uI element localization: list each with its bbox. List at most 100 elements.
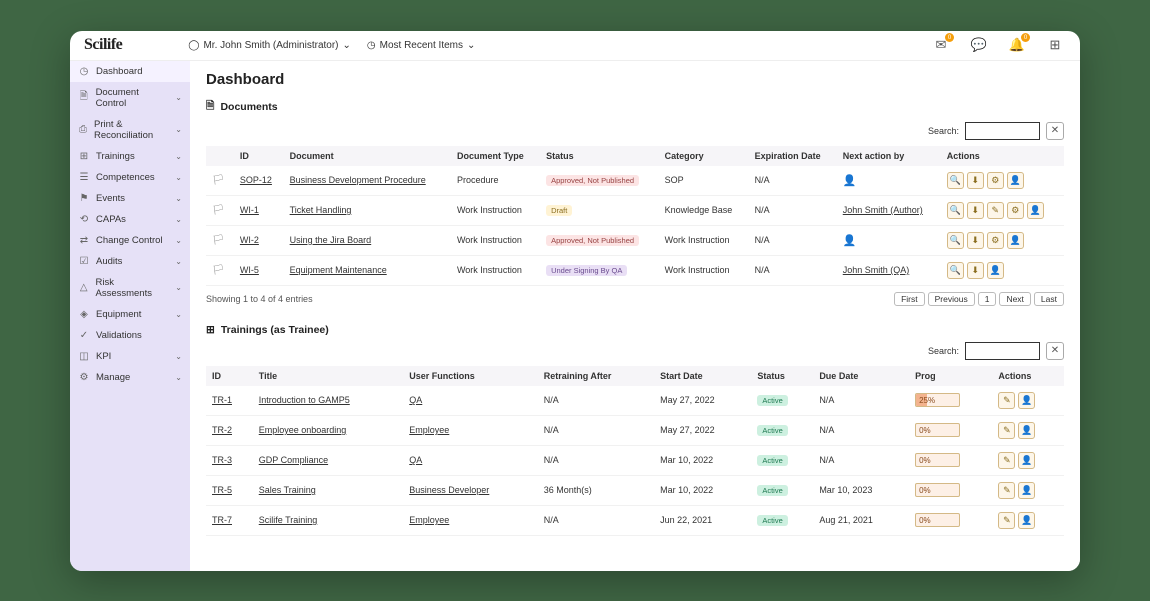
mail-button[interactable]: ✉0 [930, 34, 952, 56]
chat-button[interactable]: 💬 [968, 34, 990, 56]
user-action[interactable]: 👤 [1018, 512, 1035, 529]
edit-action[interactable]: ✎ [998, 422, 1015, 439]
main-content: Dashboard 🗎 Documents Search: ✕ IDDocume… [190, 61, 1080, 571]
sidebar-item-equipment[interactable]: ◈Equipment⌄ [70, 304, 190, 325]
pager-1[interactable]: 1 [978, 292, 997, 306]
next-action-link[interactable]: John Smith (Author) [843, 205, 923, 215]
doc-type: Work Instruction [451, 225, 540, 255]
download-action[interactable]: ⬇ [967, 232, 984, 249]
edit-action[interactable]: ✎ [998, 482, 1015, 499]
table-row: 🏳WI-1Ticket HandlingWork InstructionDraf… [206, 195, 1064, 225]
sidebar-item-kpi[interactable]: ◫KPI⌄ [70, 346, 190, 367]
user-action[interactable]: 👤 [1018, 422, 1035, 439]
training-func-link[interactable]: Employee [409, 425, 449, 435]
sidebar-item-events[interactable]: ⚑Events⌄ [70, 188, 190, 209]
user-menu[interactable]: ◯ Mr. John Smith (Administrator) ⌄ [188, 40, 351, 51]
download-action[interactable]: ⬇ [967, 262, 984, 279]
sidebar-item-capas[interactable]: ⟲CAPAs⌄ [70, 209, 190, 230]
edit-action[interactable]: ✎ [998, 512, 1015, 529]
gear-action[interactable]: ⚙ [1007, 202, 1024, 219]
sidebar-item-audits[interactable]: ☑Audits⌄ [70, 251, 190, 272]
search-action[interactable]: 🔍 [947, 202, 964, 219]
edit-action[interactable]: ✎ [998, 392, 1015, 409]
user-action[interactable]: 👤 [1027, 202, 1044, 219]
training-id-link[interactable]: TR-2 [212, 425, 232, 435]
pager-last[interactable]: Last [1034, 292, 1064, 306]
sidebar-item-trainings[interactable]: ⊞Trainings⌄ [70, 146, 190, 167]
doc-id-link[interactable]: SOP-12 [240, 175, 272, 185]
row-actions: ✎👤 [998, 452, 1058, 469]
training-func-link[interactable]: QA [409, 395, 422, 405]
training-title-link[interactable]: Introduction to GAMP5 [259, 395, 350, 405]
doc-title-link[interactable]: Ticket Handling [290, 205, 352, 215]
training-func-link[interactable]: QA [409, 455, 422, 465]
search-action[interactable]: 🔍 [947, 262, 964, 279]
sidebar-item-dashboard[interactable]: ◷Dashboard [70, 61, 190, 82]
edit-action[interactable]: ✎ [998, 452, 1015, 469]
training-title-link[interactable]: Scilife Training [259, 515, 318, 525]
sidebar-item-document-control[interactable]: 🗎Document Control⌄ [70, 82, 190, 114]
sidebar-item-label: Events [96, 193, 125, 204]
user-action[interactable]: 👤 [1007, 232, 1024, 249]
sidebar-item-validations[interactable]: ✓Validations [70, 325, 190, 346]
training-id-link[interactable]: TR-3 [212, 455, 232, 465]
doc-id-link[interactable]: WI-2 [240, 235, 259, 245]
user-action[interactable]: 👤 [1018, 452, 1035, 469]
training-func-link[interactable]: Employee [409, 515, 449, 525]
doc-type: Procedure [451, 166, 540, 196]
training-id-link[interactable]: TR-1 [212, 395, 232, 405]
notifications-button[interactable]: 🔔0 [1006, 34, 1028, 56]
training-title-link[interactable]: GDP Compliance [259, 455, 328, 465]
trainings-search-input[interactable] [965, 342, 1040, 360]
progress-bar: 0% [915, 483, 960, 497]
training-func-link[interactable]: Business Developer [409, 485, 489, 495]
sidebar-item-risk-assessments[interactable]: △Risk Assessments⌄ [70, 272, 190, 304]
search-label: Search: [928, 126, 959, 136]
sidebar-item-competences[interactable]: ☰Competences⌄ [70, 167, 190, 188]
download-action[interactable]: ⬇ [967, 202, 984, 219]
pager-first[interactable]: First [894, 292, 925, 306]
doc-id-link[interactable]: WI-1 [240, 205, 259, 215]
training-id-link[interactable]: TR-7 [212, 515, 232, 525]
apps-button[interactable]: ⊞ [1044, 34, 1066, 56]
gear-action[interactable]: ⚙ [987, 232, 1004, 249]
user-action[interactable]: 👤 [1018, 392, 1035, 409]
search-action[interactable]: 🔍 [947, 232, 964, 249]
user-action[interactable]: 👤 [1007, 172, 1024, 189]
sidebar-item-change-control[interactable]: ⇄Change Control⌄ [70, 230, 190, 251]
user-action[interactable]: 👤 [987, 262, 1004, 279]
sidebar-item-label: Print & Reconciliation [94, 119, 169, 141]
documents-search-clear[interactable]: ✕ [1046, 122, 1064, 140]
documents-search-input[interactable] [965, 122, 1040, 140]
search-action[interactable]: 🔍 [947, 172, 964, 189]
table-row: TR-3GDP ComplianceQAN/AMar 10, 2022Activ… [206, 445, 1064, 475]
doc-type: Work Instruction [451, 255, 540, 285]
trainings-search-clear[interactable]: ✕ [1046, 342, 1064, 360]
status-badge: Under Signing By QA [546, 265, 627, 276]
edit-action[interactable]: ✎ [987, 202, 1004, 219]
user-action[interactable]: 👤 [1018, 482, 1035, 499]
training-id-link[interactable]: TR-5 [212, 485, 232, 495]
status-badge: Active [757, 455, 787, 466]
doc-title-link[interactable]: Equipment Maintenance [290, 265, 387, 275]
gear-action[interactable]: ⚙ [987, 172, 1004, 189]
sidebar-item-label: Audits [96, 256, 122, 267]
training-title-link[interactable]: Sales Training [259, 485, 316, 495]
pager-next[interactable]: Next [999, 292, 1030, 306]
next-action-link[interactable]: John Smith (QA) [843, 265, 910, 275]
download-action[interactable]: ⬇ [967, 172, 984, 189]
topbar: Scilife ◯ Mr. John Smith (Administrator)… [70, 31, 1080, 61]
flag-icon: 🏳 [212, 205, 225, 216]
doc-title-link[interactable]: Business Development Procedure [290, 175, 426, 185]
status-badge: Active [757, 485, 787, 496]
recent-items-menu[interactable]: ◷ Most Recent Items ⌄ [367, 40, 475, 51]
sidebar-item-print-reconciliation[interactable]: ⎙Print & Reconciliation⌄ [70, 114, 190, 146]
doc-expiration: N/A [749, 166, 837, 196]
doc-id-link[interactable]: WI-5 [240, 265, 259, 275]
training-title-link[interactable]: Employee onboarding [259, 425, 347, 435]
doc-title-link[interactable]: Using the Jira Board [290, 235, 372, 245]
sidebar-item-manage[interactable]: ⚙Manage⌄ [70, 367, 190, 388]
chevron-down-icon: ⌄ [343, 40, 351, 51]
pager-previous[interactable]: Previous [928, 292, 975, 306]
training-due: N/A [813, 445, 909, 475]
